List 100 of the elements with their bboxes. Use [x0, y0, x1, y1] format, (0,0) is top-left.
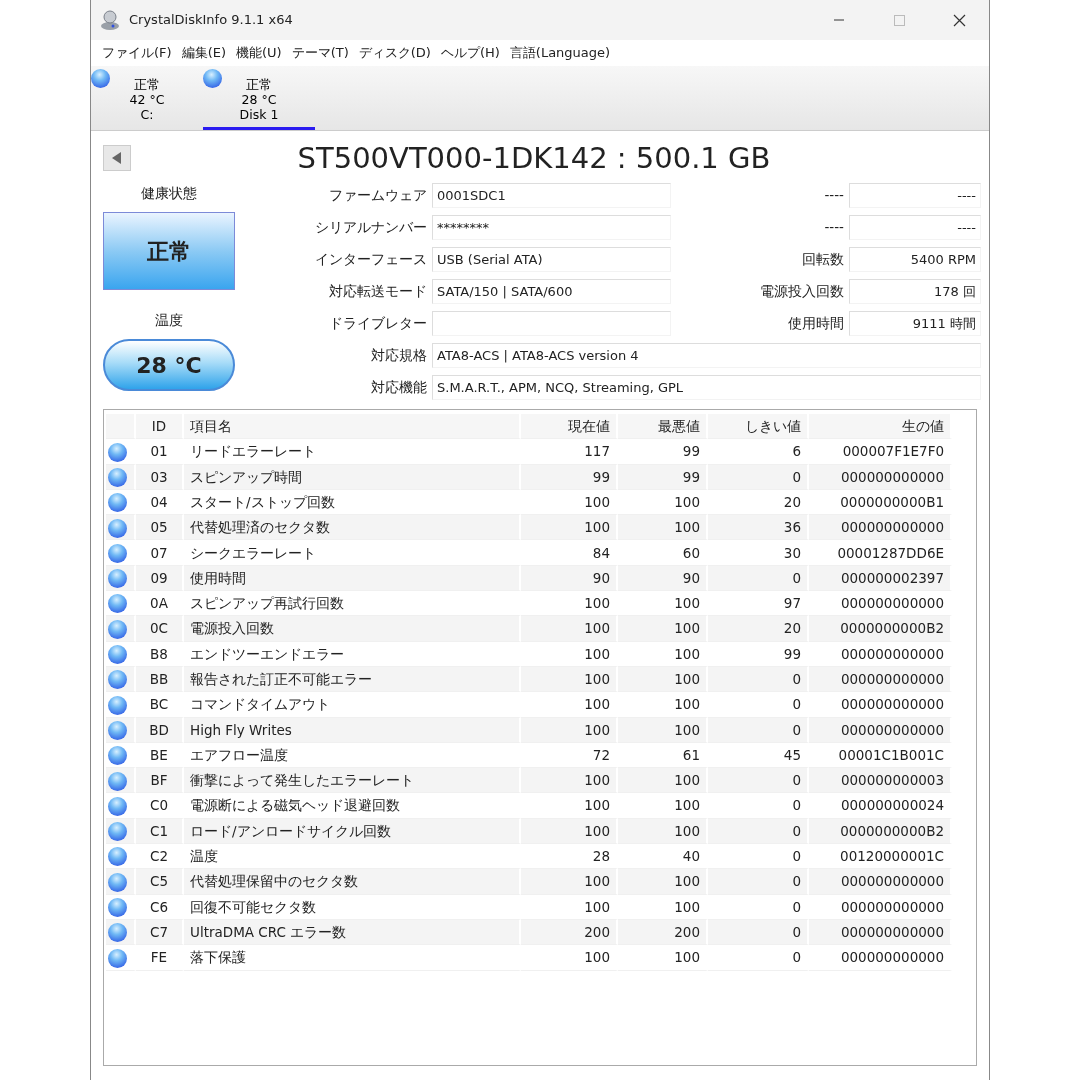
status-orb-icon: [108, 493, 127, 513]
status-orb-icon: [108, 796, 127, 816]
table-cell: 100: [618, 768, 708, 794]
table-cell: BF: [136, 768, 184, 794]
table-cell: 100: [618, 717, 708, 743]
table-cell: 0: [708, 565, 809, 592]
menu-item[interactable]: テーマ(T): [286, 43, 354, 63]
table-cell: 200: [618, 919, 708, 946]
status-orb-icon: [108, 468, 127, 487]
table-cell: 100: [618, 616, 708, 642]
table-cell: C7: [136, 919, 184, 946]
disk-tab[interactable]: 正常 42 °C C:: [91, 66, 203, 130]
table-cell: 100: [521, 515, 618, 541]
table-cell: 電源投入回数: [184, 616, 521, 642]
field-value[interactable]: ********: [432, 215, 671, 240]
field-value[interactable]: SATA/150 | SATA/600: [432, 279, 671, 304]
table-cell: 使用時間: [184, 565, 521, 592]
field-value: ATA8-ACS | ATA8-ACS version 4: [432, 343, 981, 368]
column-header[interactable]: 現在値: [521, 414, 618, 440]
app-icon: [99, 9, 121, 31]
menu-item[interactable]: 言語(Language): [504, 43, 616, 63]
menu-item[interactable]: ファイル(F): [97, 43, 177, 63]
table-cell: 0: [708, 464, 809, 490]
status-orb-icon: [108, 872, 127, 892]
column-header[interactable]: ID: [136, 414, 184, 440]
field-value[interactable]: [432, 311, 671, 336]
field-label: ----: [823, 186, 844, 205]
table-cell: 200: [521, 919, 618, 946]
field-value: ----: [849, 215, 981, 240]
status-orb-icon: [108, 442, 127, 462]
disk-temperature: 28 °C: [240, 91, 278, 107]
field-value[interactable]: 0001SDC1: [432, 183, 671, 208]
status-orb-icon: [203, 69, 222, 88]
table-cell: 100: [618, 515, 708, 541]
field-value: ----: [849, 183, 981, 208]
close-icon[interactable]: [952, 13, 966, 27]
menu-item[interactable]: ヘルプ(H): [435, 43, 505, 63]
table-cell: 20: [708, 616, 809, 642]
status-orb-icon: [108, 898, 127, 918]
table-cell: 0: [708, 666, 809, 693]
status-orb-icon: [108, 847, 127, 867]
table-cell: 0: [708, 869, 809, 895]
back-button[interactable]: [103, 145, 131, 171]
table-cell: 代替処理保留中のセクタ数: [184, 869, 521, 895]
column-header[interactable]: しきい値: [708, 414, 809, 440]
disk-name: C:: [139, 106, 155, 122]
menu-item[interactable]: ディスク(D): [353, 43, 436, 63]
status-orb-icon: [91, 69, 110, 88]
table-cell: 000000000003: [809, 768, 952, 794]
table-cell: 000000000000: [809, 666, 952, 693]
table-cell: UltraDMA CRC エラー数: [184, 919, 521, 946]
status-orb-icon: [108, 670, 127, 690]
status-orb-icon: [108, 619, 127, 639]
field-label: 対応転送モード: [328, 282, 427, 301]
table-cell: ロード/アンロードサイクル回数: [184, 818, 521, 845]
table-cell: 0: [708, 768, 809, 794]
field-label: ----: [823, 218, 844, 237]
menu-item[interactable]: 機能(U): [231, 43, 287, 63]
table-cell: 報告された訂正不可能エラー: [184, 666, 521, 693]
column-header[interactable]: 生の値: [809, 414, 952, 440]
field-label: 使用時間: [787, 314, 844, 333]
table-cell: 90: [521, 565, 618, 592]
field-value: 9111 時間: [849, 311, 981, 336]
status-orb-icon: [108, 923, 127, 943]
maximize-icon[interactable]: [892, 13, 906, 27]
field-value[interactable]: USB (Serial ATA): [432, 247, 671, 272]
table-cell: 100: [521, 768, 618, 794]
table-cell: BD: [136, 717, 184, 743]
table-cell: 000000000000: [809, 515, 952, 541]
table-cell: 99: [618, 464, 708, 490]
status-orb-icon: [108, 518, 127, 538]
table-cell: 0: [708, 717, 809, 743]
disk-tab[interactable]: 正常 28 °C Disk 1: [203, 66, 315, 130]
table-cell: 000000000000: [809, 869, 952, 895]
table-cell: 99: [521, 464, 618, 490]
table-cell: 100: [521, 717, 618, 743]
disk-name: Disk 1: [238, 106, 280, 122]
table-cell: 09: [136, 565, 184, 592]
status-orb-icon: [108, 948, 127, 968]
table-cell: 0000000000B2: [809, 818, 952, 845]
table-cell: 100: [521, 666, 618, 693]
menu-item[interactable]: 編集(E): [176, 43, 231, 63]
table-cell: 0: [708, 919, 809, 946]
temperature-label: 温度: [154, 311, 184, 330]
disk-status: 正常: [133, 76, 161, 92]
field-label: 対応規格: [370, 346, 427, 365]
field-label: 電源投入回数: [759, 282, 844, 301]
table-cell: 000000000000: [809, 919, 952, 946]
column-header[interactable]: 項目名: [184, 414, 521, 440]
table-cell: 100: [521, 616, 618, 642]
status-orb-icon: [108, 594, 127, 614]
field-label: ドライブレター: [328, 314, 427, 333]
table-cell: 000000002397: [809, 565, 952, 592]
health-status-button[interactable]: 正常: [103, 212, 235, 290]
field-label: シリアルナンバー: [314, 218, 427, 237]
column-header[interactable]: 最悪値: [618, 414, 708, 440]
table-cell: 000000000000: [809, 464, 952, 490]
disk-temperature: 42 °C: [128, 91, 166, 107]
left-triangle-icon: [112, 152, 122, 164]
table-cell: 100: [618, 666, 708, 693]
